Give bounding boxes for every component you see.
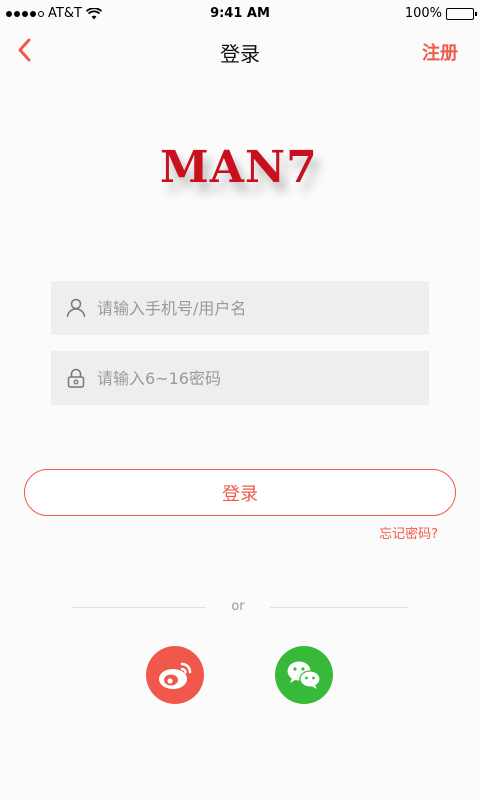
status-bar: AT&T 9:41 AM 100% bbox=[0, 0, 480, 28]
wechat-icon bbox=[287, 661, 321, 689]
page-title: 登录 bbox=[220, 42, 260, 66]
divider-text: or bbox=[231, 599, 245, 614]
wechat-login-button[interactable] bbox=[275, 646, 333, 704]
user-icon bbox=[66, 298, 86, 318]
logo-text: MAN7 bbox=[160, 142, 318, 193]
app-logo: MAN7 bbox=[160, 138, 330, 208]
username-field[interactable] bbox=[51, 281, 429, 335]
weibo-login-button[interactable] bbox=[146, 646, 204, 704]
password-field[interactable] bbox=[51, 351, 429, 405]
username-input[interactable] bbox=[97, 281, 417, 335]
divider-line-left bbox=[72, 607, 206, 608]
divider-line-right bbox=[270, 607, 408, 608]
weibo-icon bbox=[159, 662, 192, 689]
forgot-password-link[interactable]: 忘记密码? bbox=[379, 523, 438, 542]
battery-icon bbox=[446, 7, 477, 20]
login-button[interactable]: 登录 bbox=[24, 469, 456, 516]
password-input[interactable] bbox=[97, 351, 417, 405]
lock-icon bbox=[67, 368, 85, 388]
register-button[interactable]: 注册 bbox=[422, 39, 458, 65]
battery-percent: 100% bbox=[404, 6, 442, 21]
status-right: 100% bbox=[404, 6, 477, 21]
nav-bar: 登录 注册 bbox=[0, 28, 480, 72]
